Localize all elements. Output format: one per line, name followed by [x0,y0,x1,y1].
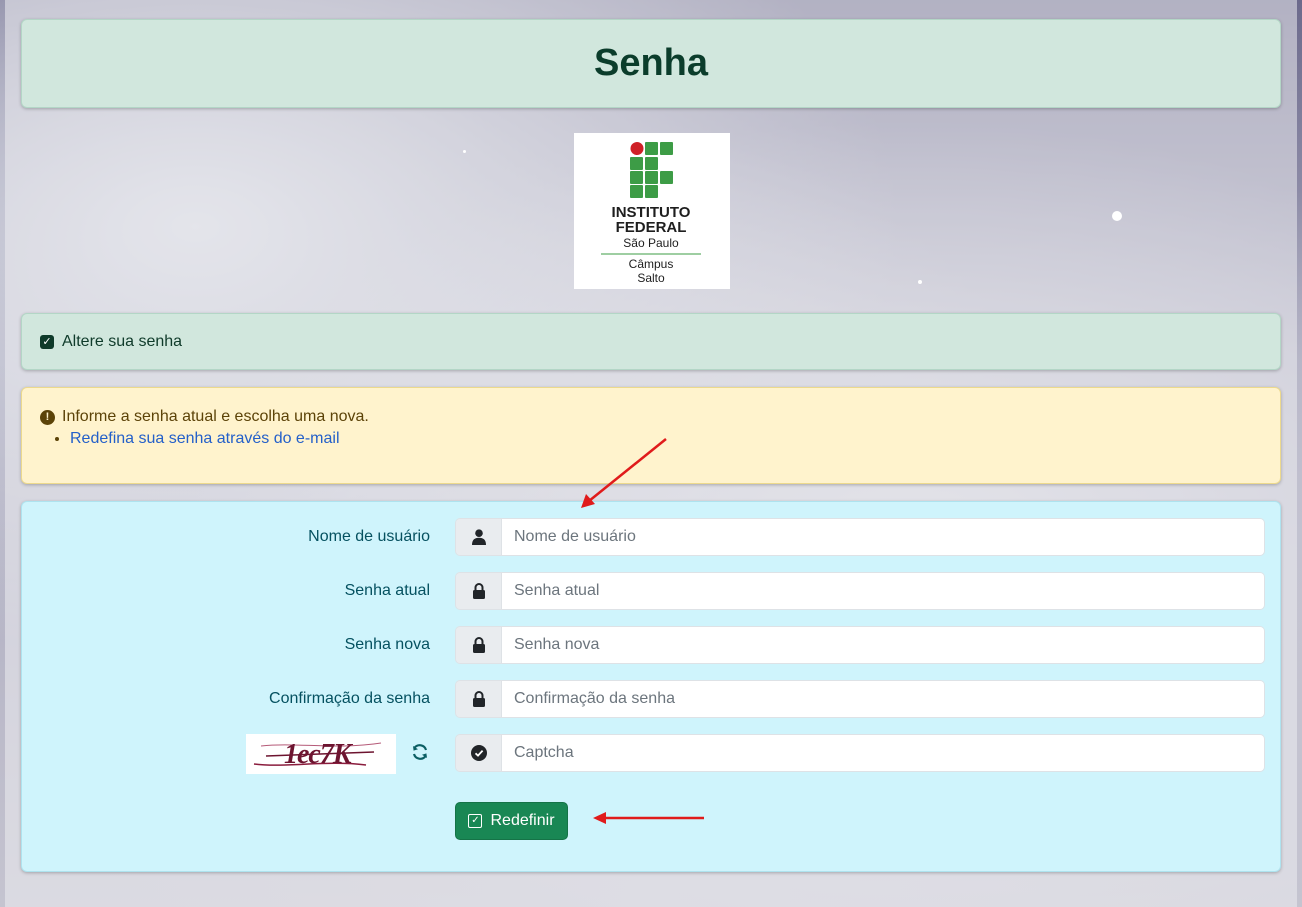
annotation-arrow [593,812,704,824]
annotation-arrow [581,438,667,508]
success-alert-text: Altere sua senha [62,333,183,350]
redefine-button[interactable]: ✓ Redefinir [455,802,568,840]
redefine-button-label: Redefinir [490,812,555,829]
check-square-icon: ✓ [40,335,54,349]
success-alert: ✓ Altere sua senha [21,313,1281,370]
lock-icon [456,573,502,609]
current-password-input[interactable] [502,573,1264,609]
username-label: Nome de usuário [308,528,430,545]
lock-icon [456,627,502,663]
captcha-input-group [455,734,1265,772]
confirm-password-label: Confirmação da senha [269,690,430,707]
username-input[interactable] [502,519,1264,555]
current-password-input-group [455,572,1265,610]
refresh-icon[interactable] [411,743,431,763]
current-password-label: Senha atual [344,582,430,599]
warning-alert-text: Informe a senha atual e escolha uma nova… [62,408,369,425]
username-input-group [455,518,1265,556]
check-square-icon: ✓ [468,814,483,828]
confirm-password-input[interactable] [502,681,1264,717]
logo-red-dot [630,142,644,155]
svg-text:Câmpus: Câmpus [629,257,674,271]
svg-text:São Paulo: São Paulo [623,236,679,250]
list-item: Redefina sua senha através do e-mail [70,430,340,448]
new-password-input-group [455,626,1265,664]
page-title: Senha [593,42,709,84]
check-circle-icon [456,735,502,771]
background-star [1112,211,1122,221]
captcha-image: 1ec7K [246,734,396,774]
new-password-label: Senha nova [344,636,430,653]
background-star [463,150,466,153]
institution-logo: INSTITUTO FEDERAL São Paulo Câmpus Salto [574,133,730,289]
warning-links-list: Redefina sua senha através do e-mail [32,430,340,448]
exclamation-circle-icon: ! [40,409,55,425]
background-star [918,280,922,284]
svg-text:FEDERAL: FEDERAL [616,219,687,236]
confirm-password-input-group [455,680,1265,718]
svg-text:Salto: Salto [637,271,665,285]
new-password-input[interactable] [502,627,1264,663]
reset-via-email-link[interactable]: Redefina sua senha através do e-mail [70,430,340,447]
svg-text:1ec7K: 1ec7K [284,739,354,770]
captcha-input[interactable] [502,735,1264,771]
page-header: Senha [21,19,1281,108]
lock-icon [456,681,502,717]
user-icon [456,519,502,555]
